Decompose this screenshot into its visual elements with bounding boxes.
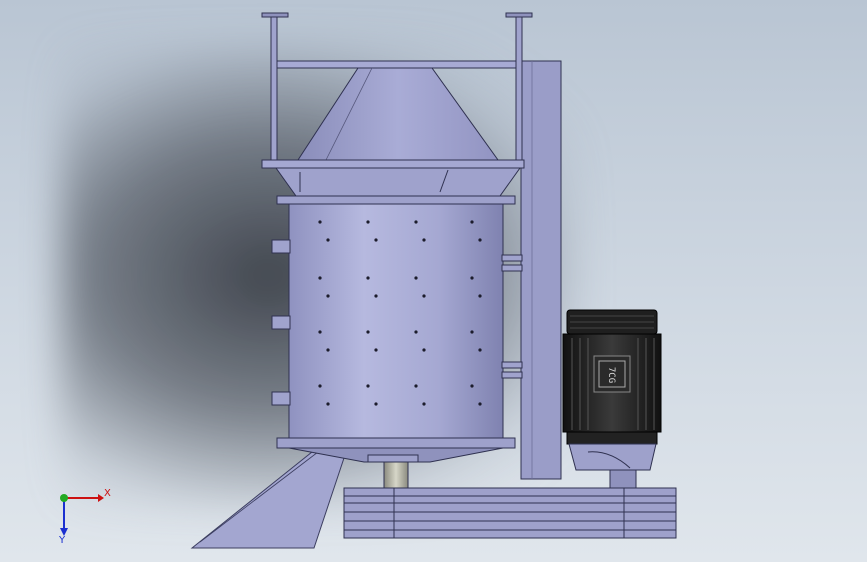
bolt-dot	[470, 276, 474, 280]
bolt-dot	[326, 402, 330, 406]
bolt-dot	[422, 348, 426, 352]
bolt-dot	[318, 384, 322, 388]
bolt-dot	[326, 238, 330, 242]
bolt-dot	[374, 402, 378, 406]
bolt-dot	[478, 238, 482, 242]
drive-motor[interactable]: 7CG	[562, 309, 662, 489]
base-frame[interactable]	[343, 487, 677, 539]
bolt-dot	[326, 294, 330, 298]
bolt-dot	[366, 276, 370, 280]
bolt-dot	[470, 384, 474, 388]
bolt-dot	[366, 330, 370, 334]
bolt-dot	[478, 348, 482, 352]
cad-viewport[interactable]: 7CG X Y	[0, 0, 867, 562]
bolt-dot	[414, 276, 418, 280]
bolt-dot	[422, 238, 426, 242]
bolt-dot	[470, 220, 474, 224]
bolt-dot	[478, 294, 482, 298]
bolt-dot	[422, 402, 426, 406]
x-axis-label: X	[104, 488, 111, 499]
bolt-dot	[374, 238, 378, 242]
y-axis-label: Y	[58, 535, 66, 546]
bolt-dot	[318, 276, 322, 280]
bolt-dot	[478, 402, 482, 406]
axis-triad: X Y	[58, 488, 111, 546]
bolt-dot	[414, 384, 418, 388]
main-shaft[interactable]	[367, 454, 419, 489]
crusher-assembly[interactable]: 7CG X Y	[0, 0, 867, 562]
feed-hopper-cone[interactable]	[261, 67, 525, 197]
crusher-body[interactable]	[276, 195, 516, 463]
motor-nameplate-label: 7CG	[606, 367, 616, 383]
side-plate[interactable]	[520, 60, 562, 480]
bolt-dot	[326, 348, 330, 352]
bolt-dot	[470, 330, 474, 334]
bolt-dot	[374, 348, 378, 352]
bolt-dot	[318, 330, 322, 334]
bolt-dot	[366, 220, 370, 224]
bolt-dot	[318, 220, 322, 224]
discharge-chute[interactable]	[190, 451, 347, 549]
bolt-dot	[414, 220, 418, 224]
bolt-dot	[422, 294, 426, 298]
bolt-dot	[414, 330, 418, 334]
bolt-dot	[366, 384, 370, 388]
bolt-dot	[374, 294, 378, 298]
